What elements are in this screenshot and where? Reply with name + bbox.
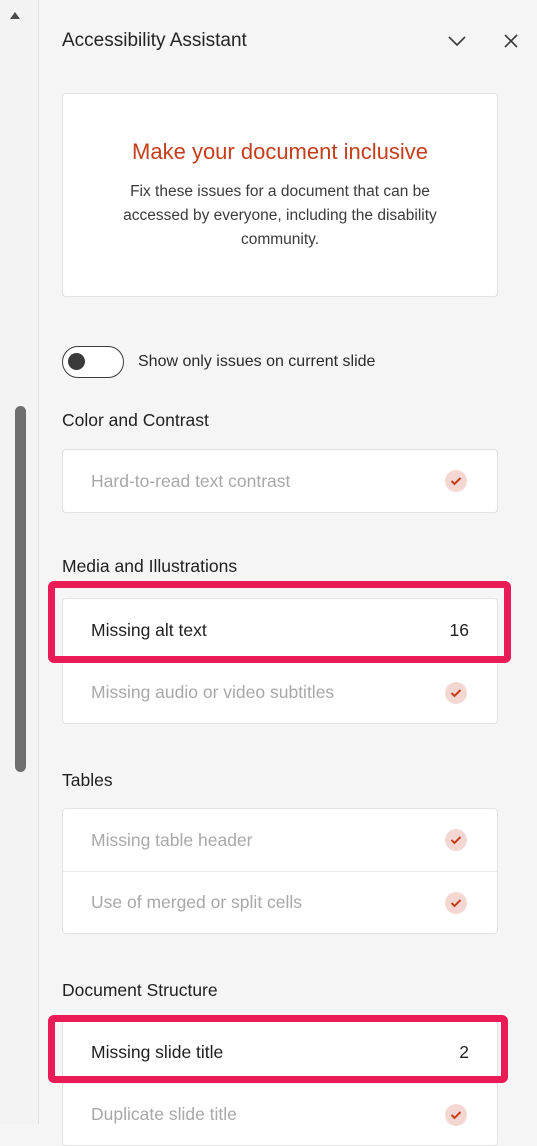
- checkmark-icon: [445, 1103, 467, 1126]
- intro-body: Fix these issues for a document that can…: [123, 183, 437, 248]
- pane-options-button[interactable]: [442, 26, 472, 56]
- section-card-structure: Missing slide title 2 Duplicate slide ti…: [62, 1020, 498, 1146]
- issue-row-merged-cells[interactable]: Use of merged or split cells: [63, 871, 497, 933]
- section-card-tables: Missing table header Use of merged or sp…: [62, 808, 498, 934]
- section-title-tables: Tables: [62, 770, 113, 790]
- current-slide-toggle[interactable]: [62, 346, 124, 378]
- issue-count: 2: [459, 1041, 469, 1062]
- close-icon: [504, 34, 518, 48]
- checkmark-icon: [445, 470, 467, 492]
- toggle-label: Show only issues on current slide: [138, 353, 376, 370]
- issue-label: Use of merged or split cells: [91, 892, 303, 912]
- issue-row-missing-table-header[interactable]: Missing table header: [63, 809, 497, 871]
- vertical-scrollbar[interactable]: [0, 0, 39, 1124]
- section-title-color-contrast: Color and Contrast: [62, 410, 209, 430]
- checkmark-icon: [445, 829, 467, 851]
- issue-label: Missing alt text: [91, 619, 207, 640]
- section-card-color-contrast: Hard-to-read text contrast: [62, 449, 498, 513]
- issue-label: Missing audio or video subtitles: [91, 682, 335, 702]
- issue-row-duplicate-slide-title[interactable]: Duplicate slide title: [63, 1083, 497, 1145]
- pane-title: Accessibility Assistant: [62, 30, 247, 51]
- issue-row-missing-subtitles[interactable]: Missing audio or video subtitles: [63, 661, 497, 723]
- chevron-down-icon: [448, 36, 466, 47]
- issue-row-missing-alt-text[interactable]: Missing alt text 16: [63, 599, 497, 661]
- issue-label: Missing slide title: [91, 1041, 224, 1062]
- section-title-media: Media and Illustrations: [62, 556, 238, 576]
- issue-label: Missing table header: [91, 829, 253, 850]
- toggle-knob: [68, 353, 85, 370]
- intro-card: Make your document inclusive Fix these i…: [62, 93, 498, 297]
- checkmark-icon: [445, 891, 467, 914]
- issue-label: Hard-to-read text contrast: [91, 470, 291, 491]
- issue-row-missing-slide-title[interactable]: Missing slide title 2: [63, 1021, 497, 1083]
- issue-label: Duplicate slide title: [91, 1104, 237, 1124]
- checkmark-icon: [445, 681, 467, 704]
- scrollbar-thumb[interactable]: [15, 406, 26, 772]
- intro-heading: Make your document inclusive: [132, 139, 428, 164]
- close-pane-button[interactable]: [496, 26, 526, 56]
- section-card-media: Missing alt text 16 Missing audio or vid…: [62, 598, 498, 724]
- issue-row-text-contrast[interactable]: Hard-to-read text contrast: [63, 450, 497, 512]
- section-title-structure: Document Structure: [62, 980, 218, 1000]
- scroll-up-icon[interactable]: [10, 12, 20, 19]
- issue-count: 16: [449, 619, 469, 640]
